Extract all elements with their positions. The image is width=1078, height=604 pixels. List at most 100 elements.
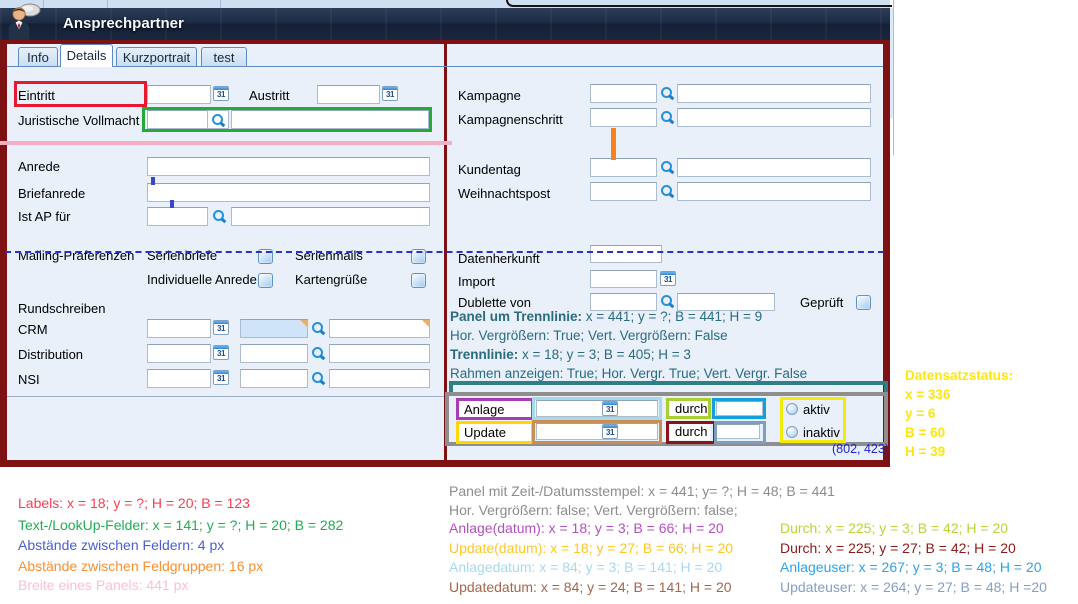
checkbox-individuelle-anrede[interactable] — [258, 273, 273, 288]
radio-inaktiv[interactable] — [786, 426, 798, 438]
field-jv-text[interactable] — [231, 110, 429, 129]
calendar-button-update[interactable]: 31 — [602, 424, 618, 439]
field-distribution-lookup[interactable] — [240, 344, 308, 363]
magnifier-icon-kampagne[interactable] — [660, 85, 675, 101]
field-kampagne-text[interactable] — [677, 84, 871, 103]
separator-note-line4: Rahmen anzeigen: True; Hor. Vergr. True;… — [450, 366, 807, 381]
magnifier-icon-weihnachtspost[interactable] — [660, 183, 675, 199]
field-ist-ap-lookup[interactable] — [147, 207, 208, 226]
field-update-user[interactable] — [716, 424, 760, 439]
field-crm-text[interactable] — [329, 319, 430, 338]
label-mailing-praeferenzen: Mailing-Präferenzen — [18, 246, 134, 266]
panel-divider — [444, 44, 447, 460]
calendar-button-eintritt[interactable]: 31 — [213, 86, 229, 101]
calendar-button-crm[interactable]: 31 — [213, 320, 229, 335]
label-kampagnenschritt: Kampagnenschritt — [458, 110, 563, 130]
field-kampagnenschritt-lookup[interactable] — [590, 108, 657, 127]
window-title: Ansprechpartner — [63, 15, 184, 32]
measurement-note-anlageuser: Anlageuser: x = 267; y = 3; B = 48; H = … — [780, 559, 1042, 575]
label-rundschreiben: Rundschreiben — [18, 299, 105, 319]
magnifier-icon-nsi[interactable] — [311, 370, 326, 386]
calendar-button-anlage[interactable]: 31 — [602, 401, 618, 416]
calendar-button-distribution[interactable]: 31 — [213, 345, 229, 360]
field-distribution-datum[interactable] — [147, 344, 211, 363]
label-austritt: Austritt — [249, 86, 289, 106]
datensatzstatus-y: y = 6 — [905, 406, 935, 421]
separator-note-line3: Trennlinie: x = 18; y = 3; B = 405; H = … — [450, 347, 691, 362]
checkbox-serienbriefe[interactable] — [258, 249, 273, 264]
magnifier-icon-kampagnenschritt[interactable] — [660, 109, 675, 125]
calendar-button-nsi[interactable]: 31 — [213, 370, 229, 385]
separator-note-line2: Hor. Vergrößern: True; Vert. Vergrößern:… — [450, 328, 728, 343]
label-briefanrede: Briefanrede — [18, 184, 85, 204]
field-ist-ap-text[interactable] — [231, 207, 430, 226]
magnifier-icon-distribution[interactable] — [311, 345, 326, 361]
field-crm-lookup[interactable] — [240, 319, 308, 338]
label-datenherkunft: Datenherkunft — [458, 249, 540, 269]
checkbox-kartengruesse[interactable] — [411, 273, 426, 288]
field-crm-datum[interactable] — [147, 319, 211, 338]
label-nsi: NSI — [18, 370, 40, 390]
overlapping-window-edge — [506, 0, 892, 7]
screenshot-root: Ansprechpartner Info Details Kurzportrai… — [0, 0, 1078, 604]
label-aktiv: aktiv — [803, 400, 830, 420]
label-geprueft: Geprüft — [800, 293, 843, 313]
magnifier-button-jv[interactable] — [207, 110, 229, 129]
field-import-datum[interactable] — [590, 270, 657, 288]
field-kundentag-lookup[interactable] — [590, 158, 657, 177]
field-weihnachtspost-text[interactable] — [677, 182, 871, 201]
measurement-note-field-gap: Abstände zwischen Feldern: 4 px — [18, 537, 224, 553]
field-eintritt-datum[interactable] — [147, 85, 211, 104]
coords-readout: (802, 423) — [832, 442, 889, 456]
field-anlage-datum[interactable] — [536, 400, 658, 417]
field-anrede[interactable] — [147, 157, 430, 176]
magnifier-icon-crm[interactable] — [311, 320, 326, 336]
field-kampagnenschritt-text[interactable] — [677, 108, 871, 127]
field-austritt-datum[interactable] — [317, 85, 380, 104]
tab-strip-baseline — [7, 66, 883, 67]
field-datenherkunft[interactable] — [590, 245, 662, 263]
field-anlage-user[interactable] — [716, 401, 763, 416]
field-nsi-datum[interactable] — [147, 369, 211, 388]
label-ist-ap-fuer: Ist AP für — [18, 207, 71, 227]
magnifier-icon-kundentag[interactable] — [660, 159, 675, 175]
measurement-note-stamp-panel-2: Hor. Vergrößern: false; Vert. Vergrößern… — [449, 502, 738, 518]
magnifier-icon-dublette[interactable] — [660, 293, 675, 309]
label-kampagne: Kampagne — [458, 86, 521, 106]
measurement-note-stamp-panel-1: Panel mit Zeit-/Datumsstempel: x = 441; … — [449, 483, 835, 499]
checkbox-geprueft[interactable] — [856, 295, 871, 310]
field-distribution-text[interactable] — [329, 344, 430, 363]
radio-aktiv[interactable] — [786, 403, 798, 415]
tab-test[interactable]: test — [201, 47, 247, 66]
tab-info[interactable]: Info — [18, 47, 58, 66]
magnifier-icon-ist-ap[interactable] — [212, 208, 227, 224]
strip-divider — [107, 0, 108, 8]
label-kartengruesse: Kartengrüße — [295, 270, 367, 290]
datensatzstatus-h: H = 39 — [905, 444, 945, 459]
tab-details[interactable]: Details — [60, 44, 113, 67]
label-juristische-vollmacht: Juristische Vollmacht — [18, 111, 139, 131]
field-briefanrede[interactable] — [147, 183, 430, 202]
field-kundentag-text[interactable] — [677, 158, 871, 177]
field-update-datum[interactable] — [536, 423, 658, 440]
label-durch-2: durch — [670, 424, 710, 440]
field-jv-lookup[interactable] — [147, 110, 208, 129]
field-nsi-lookup[interactable] — [240, 369, 308, 388]
field-nsi-text[interactable] — [329, 369, 430, 388]
separator-note-line1: Panel um Trennlinie: x = 441; y = ?; B =… — [450, 309, 762, 324]
field-weihnachtspost-lookup[interactable] — [590, 182, 657, 201]
tab-kurzportrait[interactable]: Kurzportrait — [116, 47, 197, 66]
measurement-note-anlagedatum: Anlagedatum: x = 84; y = 3; B = 141; H =… — [449, 559, 722, 575]
measurement-note-updateuser: Updateuser: x = 264; y = 27; B = 48; H =… — [780, 579, 1047, 595]
measurement-note-textfields: Text-/LookUp-Felder: x = 141; y = ?; H =… — [18, 517, 343, 533]
calendar-button-austritt[interactable]: 31 — [382, 86, 398, 101]
contact-person-icon — [6, 2, 42, 40]
calendar-button-import[interactable]: 31 — [660, 271, 676, 286]
measurement-note-durch-1: Durch: x = 225; y = 3; B = 42; H = 20 — [780, 520, 1008, 536]
datensatzstatus-b: B = 60 — [905, 425, 945, 440]
field-kampagne-lookup[interactable] — [590, 84, 657, 103]
label-durch-1: durch — [670, 401, 708, 417]
magnifier-icon — [211, 112, 226, 128]
checkbox-serienmails[interactable] — [411, 249, 426, 264]
measurement-note-group-gap: Abstände zwischen Feldgruppen: 16 px — [18, 558, 263, 574]
